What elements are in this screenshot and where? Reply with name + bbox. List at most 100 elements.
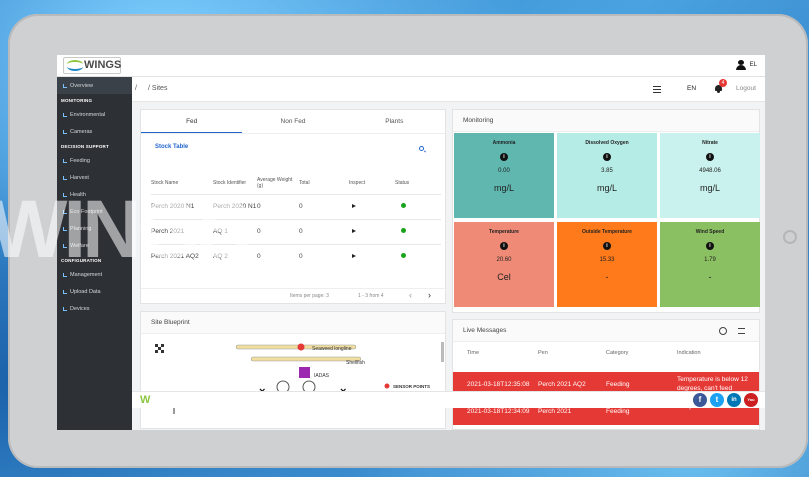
chart-icon bbox=[63, 129, 67, 134]
language-selector[interactable]: EN bbox=[687, 85, 696, 92]
tablet-home-button bbox=[783, 230, 797, 244]
sidebar-item-cameras[interactable]: Cameras bbox=[57, 123, 132, 140]
inspect-cell bbox=[349, 193, 395, 219]
play-icon[interactable] bbox=[352, 254, 356, 259]
sidebar-item-eco-footprint[interactable]: Eco Footprint bbox=[57, 203, 132, 220]
wings-logo-icon bbox=[67, 60, 83, 71]
chart-icon bbox=[63, 158, 67, 163]
tile-value: 15.33 bbox=[599, 257, 615, 263]
sensor-point[interactable] bbox=[297, 343, 305, 351]
logout-link[interactable]: Logout bbox=[736, 85, 756, 92]
chart-icon bbox=[63, 192, 67, 197]
monitoring-tile[interactable]: Temperature i 20.60 Cel bbox=[454, 222, 554, 307]
sidebar-item-management[interactable]: Management bbox=[57, 266, 132, 283]
monitoring-card: Monitoring Ammonia i 0.00 mg/L Dissolved Oxy… bbox=[452, 109, 760, 313]
site-blueprint-card: Site Blueprint Seaweed longline Shellfis… bbox=[140, 311, 446, 429]
tab-fed[interactable]: Fed bbox=[141, 110, 243, 133]
message-time: 2021-03-18T12:34:09 bbox=[467, 408, 530, 415]
monitoring-tile[interactable]: Nitrate i 4948.06 mg/L bbox=[660, 133, 760, 218]
next-page-button[interactable]: › bbox=[428, 290, 431, 300]
sidebar-item-health[interactable]: Health bbox=[57, 186, 132, 203]
tile-unit: - bbox=[708, 272, 712, 282]
iadas-icon[interactable] bbox=[299, 367, 310, 378]
chart-icon bbox=[63, 243, 67, 248]
tab-plants[interactable]: Plants bbox=[344, 110, 445, 133]
user-icon bbox=[735, 60, 746, 70]
tile-name: Nitrate bbox=[702, 140, 718, 146]
column-header[interactable]: Total bbox=[299, 172, 349, 194]
chart-icon bbox=[63, 306, 67, 311]
user-menu[interactable]: EL bbox=[735, 60, 757, 70]
tab-non-fed[interactable]: Non Fed bbox=[242, 110, 343, 133]
hamburger-menu-icon[interactable] bbox=[653, 86, 661, 93]
column-header[interactable]: Stock Identifier bbox=[213, 172, 257, 194]
status-dot-icon bbox=[401, 203, 406, 208]
tile-name: Outside Temperature bbox=[582, 229, 632, 235]
info-icon[interactable]: i bbox=[500, 242, 508, 250]
stock-name: Perch 2020 N1 bbox=[151, 193, 213, 219]
search-icon[interactable] bbox=[419, 146, 424, 151]
chart-icon bbox=[63, 175, 67, 180]
footer-logo: W bbox=[140, 394, 151, 406]
sidebar-item-label: Environmental bbox=[70, 111, 106, 118]
stock-identifier: Perch 2020 N1 bbox=[213, 193, 257, 219]
sidebar-item-label: Health bbox=[70, 191, 86, 198]
twitter-icon[interactable]: t bbox=[710, 393, 724, 407]
breadcrumb[interactable]: / Sites bbox=[148, 85, 167, 92]
column-header: Pen bbox=[538, 350, 548, 356]
linkedin-icon[interactable]: in bbox=[727, 393, 741, 407]
facebook-icon[interactable]: f bbox=[693, 393, 707, 407]
sidebar-item-feeding[interactable]: Feeding bbox=[57, 152, 132, 169]
monitoring-tile[interactable]: Outside Temperature i 15.33 - bbox=[557, 222, 657, 307]
monitoring-tile[interactable]: Wind Speed i 1.79 - bbox=[660, 222, 760, 307]
wings-logo[interactable]: WINGS bbox=[63, 57, 121, 74]
total: 0 bbox=[299, 193, 349, 219]
info-icon[interactable]: i bbox=[706, 153, 714, 161]
sidebar-item-devices[interactable]: Devices bbox=[57, 300, 132, 317]
inspect-cell bbox=[349, 243, 395, 269]
info-icon[interactable]: i bbox=[500, 153, 508, 161]
sidebar-item-label: Welfare bbox=[70, 242, 89, 249]
info-icon[interactable]: i bbox=[603, 242, 611, 250]
play-icon[interactable] bbox=[352, 204, 356, 208]
info-icon[interactable]: i bbox=[706, 242, 714, 250]
info-icon[interactable]: i bbox=[603, 153, 611, 161]
chart-icon bbox=[63, 226, 67, 231]
tile-value: 1.79 bbox=[704, 257, 716, 263]
live-messages-header: Time Pen Category Indication bbox=[453, 344, 759, 364]
sidebar-item-harvest[interactable]: Harvest bbox=[57, 169, 132, 186]
sidebar-item-welfare[interactable]: Welfare bbox=[57, 237, 132, 254]
sidebar-item-planning[interactable]: Planning bbox=[57, 220, 132, 237]
youtube-icon[interactable]: You bbox=[744, 393, 758, 407]
column-header: Category bbox=[606, 350, 629, 356]
sidebar-item-environmental[interactable]: Environmental bbox=[57, 106, 132, 123]
tile-unit: mg/L bbox=[596, 183, 617, 193]
total: 0 bbox=[299, 218, 349, 244]
sensor-points-label: SENSOR POINTS bbox=[393, 384, 430, 389]
column-header: Inspect bbox=[349, 179, 366, 186]
sidebar-item-overview[interactable]: Overview bbox=[57, 77, 132, 94]
items-per-page[interactable]: Items per page: 3 bbox=[290, 293, 329, 299]
status-dot-icon bbox=[401, 228, 406, 233]
tile-unit: mg/L bbox=[699, 183, 720, 193]
sidebar-item-upload-data[interactable]: Upload Data bbox=[57, 283, 132, 300]
stock-identifier: AQ 1 bbox=[213, 218, 257, 244]
prev-page-button[interactable]: ‹ bbox=[409, 290, 412, 300]
monitoring-tile[interactable]: Dissolved Oxygen i 3.85 mg/L bbox=[557, 133, 657, 218]
sidebar-section-monitoring: MONITORING bbox=[61, 97, 93, 103]
live-messages-title: Live Messages bbox=[453, 320, 759, 342]
history-icon[interactable] bbox=[719, 327, 727, 335]
chart-icon bbox=[63, 209, 67, 214]
column-header[interactable]: Stock Name bbox=[151, 172, 213, 194]
tile-name: Dissolved Oxygen bbox=[585, 140, 629, 146]
total: 0 bbox=[299, 243, 349, 269]
scrollbar[interactable] bbox=[441, 342, 444, 362]
stock-name: Perch 2021 AQ2 bbox=[151, 243, 213, 269]
sidebar-item-label: Cameras bbox=[70, 128, 93, 135]
play-icon[interactable] bbox=[352, 229, 356, 233]
footer: W f t in You bbox=[132, 391, 765, 408]
monitoring-tile[interactable]: Ammonia i 0.00 mg/L bbox=[454, 133, 554, 218]
filter-icon[interactable] bbox=[738, 328, 745, 334]
column-header[interactable]: Average Weight (g) bbox=[257, 172, 299, 194]
sidebar-item-label: Harvest bbox=[70, 174, 89, 181]
